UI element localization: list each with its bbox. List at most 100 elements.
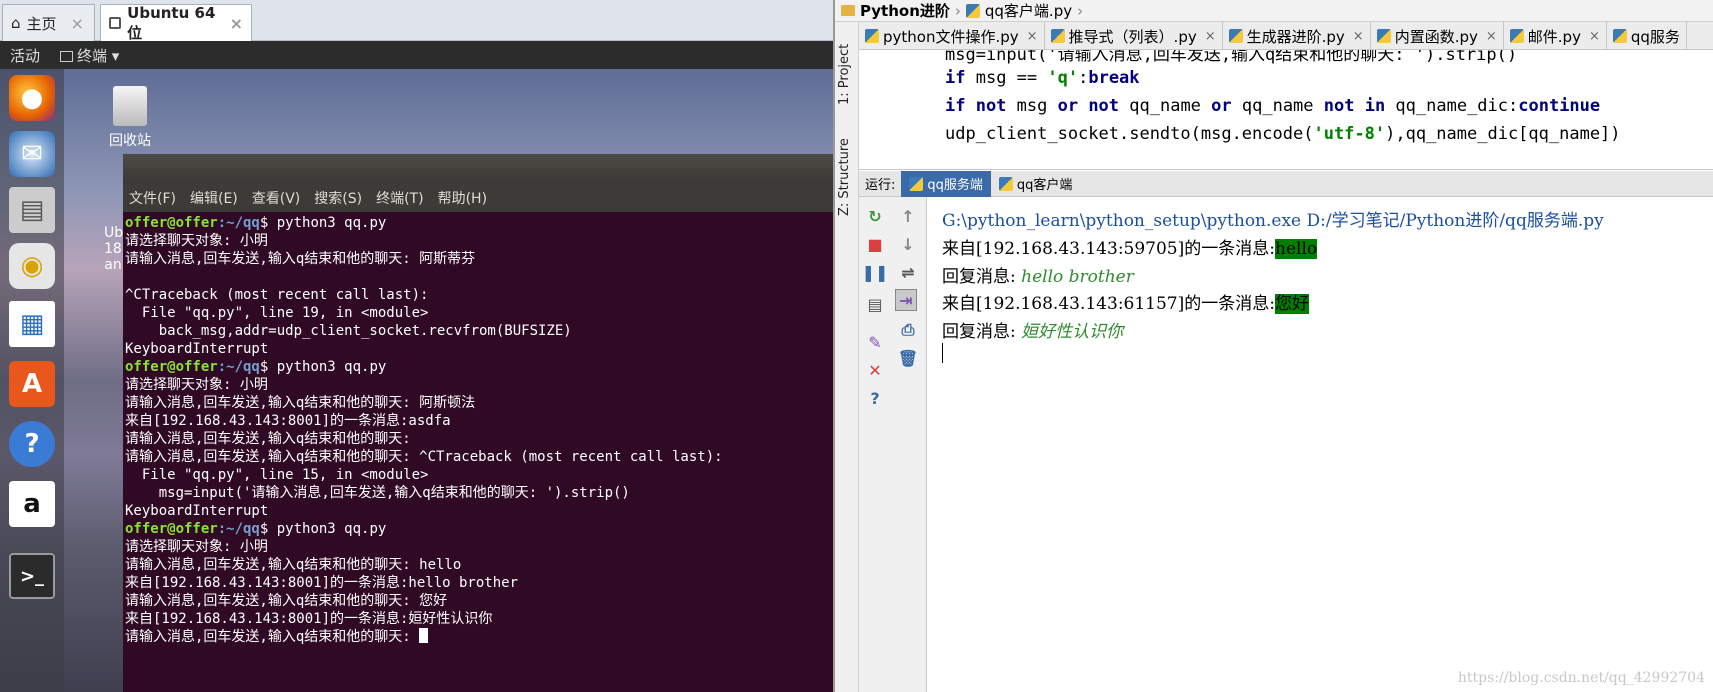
prompt-path: :~/qq [217,521,260,537]
terminal-output[interactable]: offer@offer:~/qq$ python3 qq.py 请选择聊天对象: … [125,214,831,646]
prompt-user: offer@offer [125,215,218,231]
trash-label: 回收站 [109,133,151,149]
editor-tab[interactable]: 推导式（列表）.py × [1045,22,1223,49]
code-line: udp_client_socket.sendto(msg.encode('utf… [945,124,1621,144]
terminal-menu-item[interactable]: 搜索(S) [314,188,362,208]
vmware-tab-bar: ⌂ 主页 × Ubuntu 64 位 × [0,0,833,42]
amazon-icon[interactable]: a [9,481,55,527]
firefox-icon[interactable]: ● [9,75,55,121]
stop-icon[interactable]: ■ [864,233,886,255]
tab-ubuntu-label: Ubuntu 64 位 [127,3,216,42]
code-token: continue [1518,96,1601,116]
rerun-icon[interactable]: ↻ [864,205,886,227]
terminal-text: ^CTraceback (most recent call last): [125,287,429,303]
pause-icon[interactable]: ❚❚ [862,261,889,283]
terminal-line: 请输入消息,回车发送,输入q结束和他的聊天: 阿斯蒂芬 [125,250,831,268]
terminal-line: ^CTraceback (most recent call last): [125,286,831,304]
terminal-text: 来自[192.168.43.143:8001]的一条消息:姮好性认识你 [125,611,493,627]
console-line: 来自[192.168.43.143:59705]的一条消息:hello [942,234,1318,259]
close-icon[interactable]: × [71,14,84,33]
soft-wrap-icon[interactable]: ⇌ [897,261,919,283]
terminal-text: 请输入消息,回车发送,输入q结束和他的聊天: hello [125,557,462,573]
project-tool-tab[interactable]: 1: Project [837,34,857,114]
thunderbird-icon[interactable]: ✉ [9,131,55,177]
close-tab-icon[interactable]: × [1027,29,1038,44]
terminal-line: 来自[192.168.43.143:8001]的一条消息:asdfa [125,412,831,430]
close-icon[interactable]: × [230,14,243,33]
close-icon[interactable]: ✕ [864,359,886,381]
chevron-right-icon: › [1077,1,1084,20]
terminal-icon[interactable]: >_ [9,553,55,599]
code-editor[interactable]: msg=input('请输入消息,回车发送,输入q结束和他的聊天: ').str… [859,50,1713,170]
editor-tab[interactable]: qq服务 [1607,22,1687,49]
trash-desktop-icon[interactable]: 回收站 [100,86,160,150]
editor-tab[interactable]: python文件操作.py × [859,22,1045,49]
terminal-text: 请输入消息,回车发送,输入q结束和他的聊天: 您好 [125,593,448,609]
console-line: 回复消息: 姮好性认识你 [942,317,1123,342]
terminal-line: 请输入消息,回车发送,输入q结束和他的聊天: 阿斯顿法 [125,394,831,412]
print-icon[interactable]: ⎙ [897,319,919,341]
terminal-menu-item[interactable]: 编辑(E) [190,188,238,208]
close-tab-icon[interactable]: × [1589,29,1600,44]
libreoffice-writer-icon[interactable]: ▦ [9,301,55,347]
help-icon[interactable]: ? [864,387,886,409]
tab-run-client[interactable]: qq客户端 [991,171,1081,197]
code-token: not in [1323,96,1386,116]
editor-tab[interactable]: 生成器进阶.py × [1223,22,1371,49]
reply-input: hello brother [1021,267,1134,287]
help-icon[interactable]: ? [9,421,55,467]
tab-ubuntu-vm[interactable]: Ubuntu 64 位 × [100,3,252,42]
editor-tab-label: python文件操作.py [883,27,1019,46]
terminal-menu-item[interactable]: 终端(T) [376,188,423,208]
breadcrumb-project[interactable]: Python进阶 [860,0,950,21]
terminal-titlebar[interactable] [123,154,833,184]
prompt-command: $ python3 qq.py [259,521,387,537]
terminal-line: 请输入消息,回车发送,输入q结束和他的聊天: 您好 [125,592,831,610]
software-center-icon[interactable]: A [9,361,55,407]
close-tab-icon[interactable]: × [1205,29,1216,44]
prompt-path: :~/qq [217,359,260,375]
restore-layout-icon[interactable]: ▤ [864,293,886,315]
python-file-icon [965,3,980,18]
vm-desktop-icon[interactable]: Ub 18.0 an [104,225,135,273]
watermark: https://blog.csdn.net/qq_42992704 [1457,670,1705,686]
breadcrumb-file[interactable]: qq客户端.py [985,0,1072,21]
arrow-down-icon[interactable]: ↓ [897,233,919,255]
code-token: 'q' [1047,68,1079,88]
terminal-menu-item[interactable]: 帮助(H) [438,188,487,208]
rhythmbox-icon[interactable]: ◉ [9,243,55,289]
console-line: 回复消息: hello brother [942,262,1134,287]
close-tab-icon[interactable]: × [1353,29,1364,44]
terminal-text: 请选择聊天对象: 小明 [125,377,268,393]
run-console[interactable]: https://blog.csdn.net/qq_42992704 G:\pyt… [928,197,1713,692]
terminal-menu-item[interactable]: 文件(F) [129,188,176,208]
code-token: qq_name_dic: [1385,96,1519,116]
activities-button[interactable]: 活动 [10,45,40,66]
terminal-line: msg=input('请输入消息,回车发送,输入q结束和他的聊天: ').str… [125,484,831,502]
highlighted-message: 您好 [1275,294,1309,314]
editor-tab[interactable]: 邮件.py × [1504,22,1607,49]
code-token: 'utf-8' [1313,124,1386,144]
tab-home[interactable]: ⌂ 主页 × [2,4,95,41]
breadcrumb: Python进阶 › qq客户端.py › [835,0,1713,22]
editor-tab[interactable]: 内置函数.py × [1371,22,1504,49]
terminal-text: File "qq.py", line 15, in <module> [125,467,429,483]
terminal-line: 请选择聊天对象: 小明 [125,232,831,250]
code-token: or [1211,96,1232,116]
close-tab-icon[interactable]: × [1486,29,1497,44]
terminal-text: 请输入消息,回车发送,输入q结束和他的聊天: 阿斯蒂芬 [125,251,476,267]
app-menu[interactable]: 终端 ▾ [60,45,119,66]
files-icon[interactable]: ▤ [9,187,55,233]
folder-icon [841,5,855,16]
arrow-up-icon[interactable]: ↑ [897,205,919,227]
scroll-to-end-icon[interactable]: ⇥ [895,289,917,311]
pin-icon[interactable]: ✎ [864,331,886,353]
terminal-line: offer@offer:~/qq$ python3 qq.py [125,520,831,538]
editor-tab-bar: python文件操作.py × 推导式（列表）.py × 生成器进阶.py × 内置函数.p… [859,22,1713,50]
tab-run-server[interactable]: qq服务端 [901,170,991,197]
terminal-text: 请选择聊天对象: 小明 [125,539,268,555]
terminal-line: KeyboardInterrupt [125,340,831,358]
terminal-menu-item[interactable]: 查看(V) [252,188,301,208]
trash-icon[interactable]: 🗑 [897,347,919,369]
structure-tool-tab[interactable]: Z: Structure [837,132,857,222]
